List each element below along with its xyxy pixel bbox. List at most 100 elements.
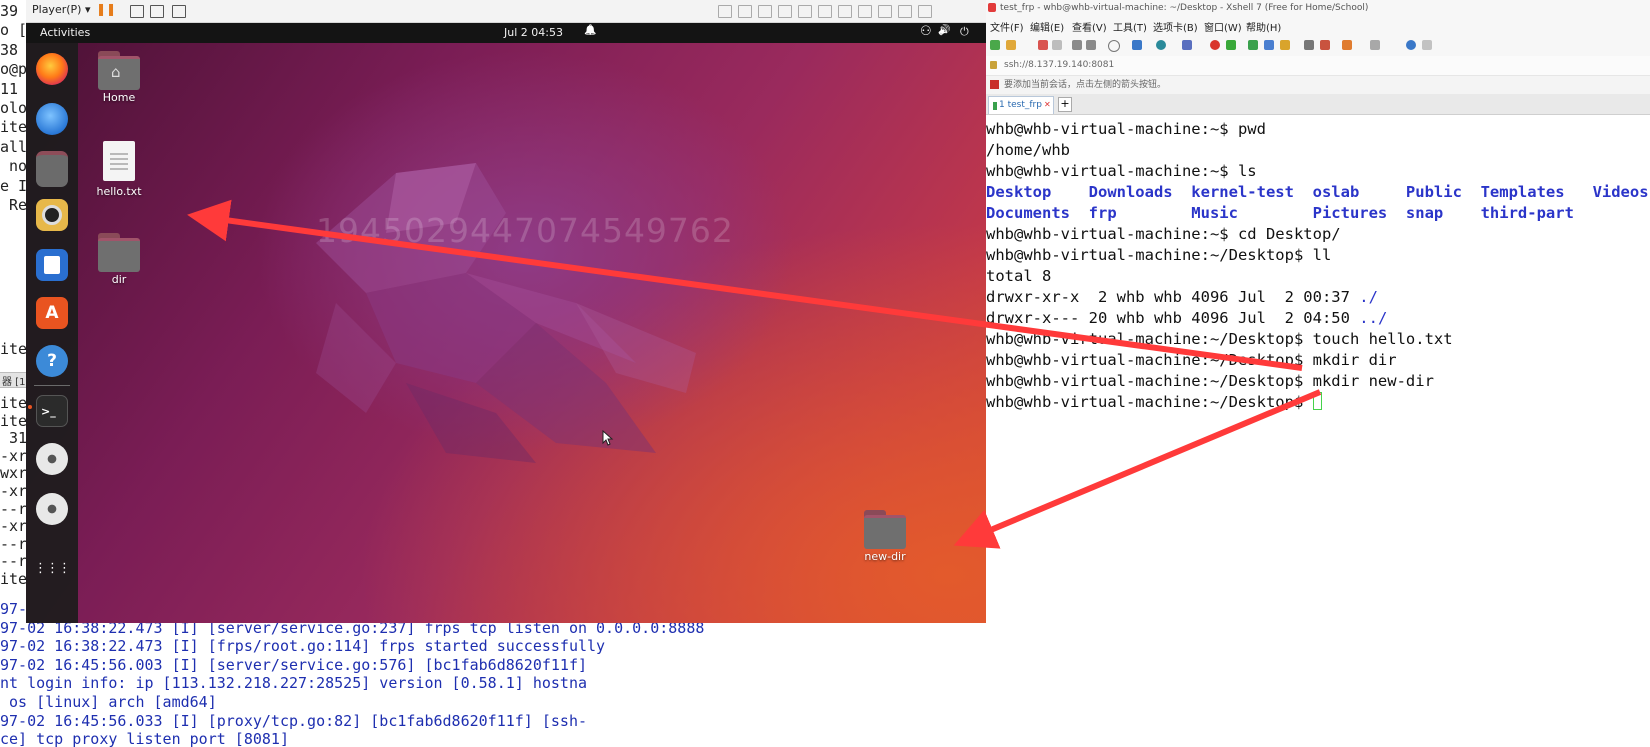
- vm-status-icon-6[interactable]: [818, 5, 832, 18]
- disconnect-icon[interactable]: [1052, 40, 1062, 50]
- power-icon[interactable]: ⏻: [960, 25, 969, 39]
- unity-icon[interactable]: [172, 5, 186, 18]
- menu-tools[interactable]: 工具(T): [1113, 19, 1147, 34]
- session-hint-bar: 要添加当前会话，点击左侧的箭头按钮。: [986, 76, 1650, 94]
- arrow-icon[interactable]: [990, 80, 999, 89]
- help-icon[interactable]: [1406, 40, 1416, 50]
- running-indicator: [28, 405, 32, 409]
- vm-status-icon-4[interactable]: [778, 5, 792, 18]
- prompt-text: whb@whb-virtual-machine:~/Desktop$: [986, 393, 1313, 411]
- dvd-icon-2[interactable]: [36, 493, 68, 525]
- fullscreen-icon[interactable]: [1248, 40, 1258, 50]
- send-keys-icon[interactable]: [130, 5, 144, 18]
- background-terminal-line: --r: [0, 552, 28, 571]
- reconnect-icon[interactable]: [1038, 40, 1048, 50]
- menu-edit[interactable]: 编辑(E): [1030, 19, 1064, 34]
- add-tab-button[interactable]: +: [1058, 97, 1072, 112]
- tab-test-frp[interactable]: 1 test_frp ✕: [988, 96, 1054, 114]
- menu-help[interactable]: 帮助(H): [1246, 19, 1281, 34]
- firefox-icon[interactable]: [36, 53, 68, 85]
- vm-status-icon-3[interactable]: [758, 5, 772, 18]
- activities-button[interactable]: Activities: [40, 26, 90, 39]
- transparent-icon[interactable]: [1264, 40, 1274, 50]
- terminal-line: whb@whb-virtual-machine:~/Desktop$ touch…: [986, 330, 1453, 348]
- background-terminal-line: --r: [0, 534, 28, 553]
- globe-icon[interactable]: [1156, 40, 1166, 50]
- keyboard-icon[interactable]: [1304, 40, 1314, 50]
- home-label: Home: [102, 91, 136, 104]
- lock-icon[interactable]: [1280, 40, 1290, 50]
- vm-status-icon-5[interactable]: [798, 5, 812, 18]
- vm-status-icon-8[interactable]: [858, 5, 872, 18]
- frps-log-line: 97-02 16:45:56.003 [I] [server/service.g…: [0, 655, 587, 674]
- xftp-icon[interactable]: [1210, 40, 1220, 50]
- ll-output-row: drwxr-xr-x 2 whb whb 4096 Jul 2 00:37 ./: [986, 287, 1378, 307]
- files-icon[interactable]: [36, 151, 68, 187]
- xmanager-icon[interactable]: [1226, 40, 1236, 50]
- terminal-line: total 8: [986, 267, 1052, 285]
- terminal-line: whb@whb-virtual-machine:~$ ls: [986, 162, 1257, 180]
- ubuntu-dock: A ? >_ ⋮⋮⋮: [26, 43, 78, 623]
- fit-screen-icon[interactable]: [150, 5, 164, 18]
- hello-txt-label: hello.txt: [96, 185, 142, 198]
- ls-output-row: Documents frp Music Pictures snap third-…: [986, 204, 1574, 222]
- home-folder-icon: ⌂: [98, 51, 140, 90]
- desktop-hello-txt[interactable]: hello.txt: [84, 141, 154, 198]
- chat-icon[interactable]: [1422, 40, 1432, 50]
- xshell-terminal[interactable]: whb@whb-virtual-machine:~$ pwd /home/whb…: [986, 115, 1650, 747]
- vm-status-icon-10[interactable]: [898, 5, 912, 18]
- vm-status-icon-11[interactable]: [918, 5, 932, 18]
- terminal-prompt: whb@whb-virtual-machine:~/Desktop$: [986, 392, 1322, 412]
- new-session-icon[interactable]: [990, 40, 1000, 50]
- menu-window[interactable]: 窗口(W): [1204, 19, 1242, 34]
- terminal-icon[interactable]: >_: [36, 395, 68, 427]
- vm-status-icon-1[interactable]: [718, 5, 732, 18]
- desktop-new-dir-folder[interactable]: new-dir: [850, 510, 920, 563]
- ll-meta: drwxr-xr-x 2 whb whb 4096 Jul 2 00:37: [986, 288, 1360, 306]
- libreoffice-writer-icon[interactable]: [36, 249, 68, 281]
- player-menu[interactable]: Player(P) ▾: [32, 3, 90, 16]
- vm-status-icon-2[interactable]: [738, 5, 752, 18]
- close-icon[interactable]: ✕: [1044, 96, 1051, 113]
- address-text: ssh://8.137.19.140:8081: [1004, 60, 1115, 70]
- background-terminal-line: wxr: [0, 464, 28, 483]
- mouse-cursor-icon: [602, 430, 614, 446]
- menu-tabs[interactable]: 选项卡(B): [1153, 19, 1198, 34]
- show-apps-icon[interactable]: ⋮⋮⋮: [34, 553, 71, 585]
- rhythmbox-icon[interactable]: [36, 199, 68, 231]
- frps-log-line: 97-02 16:38:22.473 [I] [frps/root.go:114…: [0, 637, 606, 656]
- copy-icon[interactable]: [1072, 40, 1082, 50]
- bookmark-icon[interactable]: [1342, 40, 1352, 50]
- dir-label: dir: [111, 273, 127, 286]
- volume-icon[interactable]: 🔊: [938, 25, 950, 36]
- pause-icon[interactable]: ❚❚: [96, 2, 116, 16]
- search-icon[interactable]: [1108, 40, 1120, 52]
- font-icon[interactable]: [1182, 40, 1192, 50]
- thunderbird-icon[interactable]: [36, 103, 68, 135]
- terminal-line: whb@whb-virtual-machine:~/Desktop$ ll: [986, 246, 1332, 264]
- open-folder-icon[interactable]: [1006, 40, 1016, 50]
- ubuntu-vm-screen[interactable]: 1945029447074549762 Activities Jul 2 04:…: [26, 23, 986, 623]
- address-bar[interactable]: ssh://8.137.19.140:8081: [986, 56, 1650, 76]
- clock[interactable]: Jul 2 04:53: [504, 26, 563, 39]
- app-center-icon[interactable]: A: [36, 297, 68, 329]
- desktop-dir-folder[interactable]: dir: [84, 233, 154, 286]
- ll-output-row: drwxr-x--- 20 whb whb 4096 Jul 2 04:50 .…: [986, 308, 1387, 328]
- help-icon[interactable]: ?: [36, 345, 68, 377]
- network-icon[interactable]: ⚇: [920, 24, 932, 39]
- vm-status-icon-9[interactable]: [878, 5, 892, 18]
- properties-icon[interactable]: [1132, 40, 1142, 50]
- dock-separator: [34, 385, 70, 386]
- bell-icon[interactable]: 🔔: [584, 25, 596, 36]
- script-icon[interactable]: [1320, 40, 1330, 50]
- menu-view[interactable]: 查看(V): [1072, 19, 1107, 34]
- desktop-home-folder[interactable]: ⌂ Home: [84, 51, 154, 104]
- dvd-icon[interactable]: [36, 443, 68, 475]
- vm-status-icon-7[interactable]: [838, 5, 852, 18]
- ll-meta: drwxr-x--- 20 whb whb 4096 Jul 2 04:50: [986, 309, 1360, 327]
- paste-icon[interactable]: [1086, 40, 1096, 50]
- layout-icon[interactable]: [1370, 40, 1380, 50]
- connected-icon: [993, 102, 997, 110]
- menu-file[interactable]: 文件(F): [990, 19, 1024, 34]
- jellyfish-wallpaper-art: [316, 163, 696, 463]
